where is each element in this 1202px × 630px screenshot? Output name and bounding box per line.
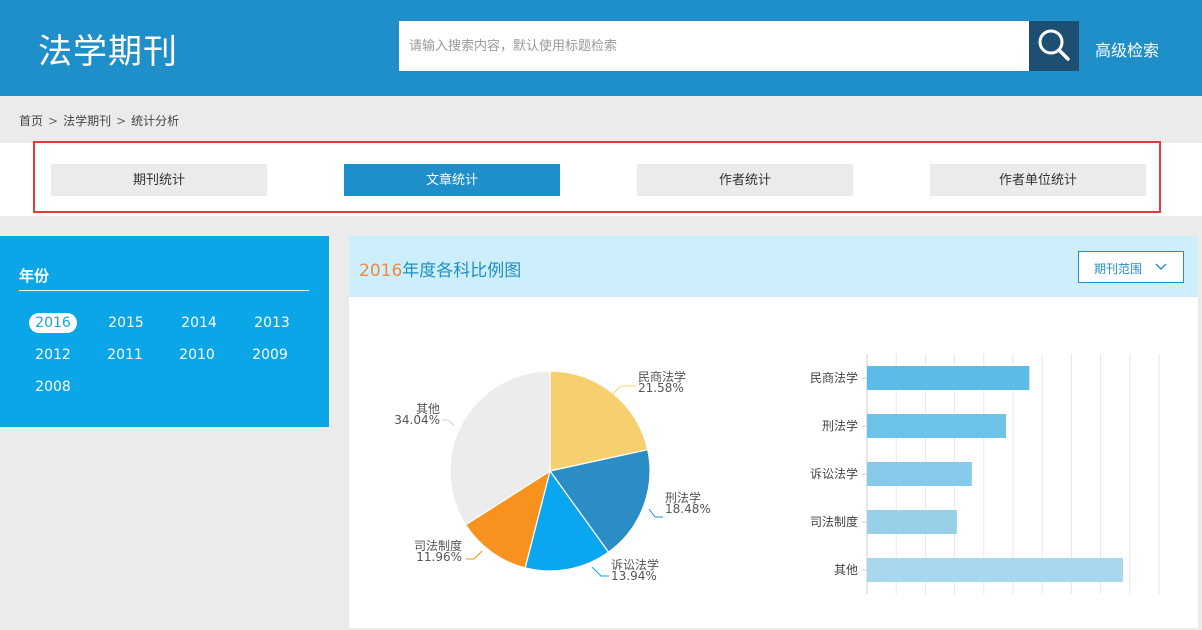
chevron-down-icon <box>1155 263 1167 270</box>
year-2015[interactable]: 2015 <box>102 313 150 333</box>
bar-0 <box>867 366 1030 390</box>
bar-label-1: 刑法学 <box>822 418 858 433</box>
chart-title-text: 年度各科比例图 <box>402 261 522 281</box>
pie-label-line-2 <box>591 566 609 577</box>
chart-panel: 2016年度各科比例图 期刊范围 民商法学 21.58% 刑法学 18.48% 诉讼法学… <box>349 236 1198 628</box>
chart-header: 2016年度各科比例图 期刊范围 <box>349 236 1198 297</box>
bar-4 <box>867 558 1123 582</box>
search-button[interactable] <box>1029 21 1079 71</box>
pie-label-line-4 <box>442 419 455 426</box>
bar-1 <box>867 414 1006 438</box>
year-2010[interactable]: 2010 <box>173 345 221 365</box>
pie-label-value-4: 34.04% <box>394 413 440 427</box>
tab-institution-stats[interactable]: 作者单位统计 <box>930 164 1146 196</box>
bar-label-2: 诉讼法学 <box>810 466 858 481</box>
breadcrumb-separator: > <box>48 114 59 128</box>
bar-2 <box>867 462 972 486</box>
breadcrumb-separator: > <box>116 114 127 128</box>
year-2013[interactable]: 2013 <box>248 313 296 333</box>
breadcrumb-current: 统计分析 <box>131 114 180 128</box>
year-2016[interactable]: 2016 <box>29 313 77 333</box>
pie-label-line-1 <box>648 508 663 518</box>
chart-area: 民商法学 21.58% 刑法学 18.48% 诉讼法学 13.94% 司法制度 11.96% 其… <box>394 354 1160 594</box>
tab-author-stats[interactable]: 作者统计 <box>637 164 853 196</box>
year-filter-panel: 年份 2016 2015 2014 2013 2012 2011 2010 20… <box>0 236 329 427</box>
year-2009[interactable]: 2009 <box>246 345 294 365</box>
chart-title-year: 2016 <box>359 261 403 281</box>
year-2012[interactable]: 2012 <box>29 345 77 365</box>
year-2011[interactable]: 2011 <box>101 345 149 365</box>
tab-journal-stats[interactable]: 期刊统计 <box>51 164 267 196</box>
bar-3 <box>867 510 957 534</box>
pie-label-value-3: 11.96% <box>416 550 462 564</box>
advanced-search-link[interactable]: 高级检索 <box>1095 37 1159 61</box>
bar-label-0: 民商法学 <box>810 370 858 385</box>
pie-label-line-3 <box>466 550 483 560</box>
tab-article-stats[interactable]: 文章统计 <box>344 164 560 196</box>
bar-label-3: 司法制度 <box>810 514 858 529</box>
search-input[interactable] <box>399 21 1029 71</box>
year-divider <box>19 290 309 291</box>
pie-label-value-0: 21.58% <box>638 381 684 395</box>
pie-label-value-1: 18.48% <box>665 502 711 516</box>
breadcrumb-home[interactable]: 首页 <box>19 114 43 128</box>
header-bar: 法学期刊 高级检索 <box>0 0 1202 96</box>
year-panel-title: 年份 <box>19 267 50 285</box>
chart-title: 2016年度各科比例图 <box>359 256 521 281</box>
site-logo[interactable]: 法学期刊 <box>38 24 178 73</box>
journal-range-label: 期刊范围 <box>1094 262 1143 276</box>
bar-label-4: 其他 <box>834 563 858 577</box>
search-icon <box>1038 29 1070 61</box>
breadcrumb-journal[interactable]: 法学期刊 <box>63 114 111 128</box>
year-2014[interactable]: 2014 <box>175 313 223 333</box>
pie-label-value-2: 13.94% <box>611 569 657 583</box>
journal-range-dropdown[interactable]: 期刊范围 <box>1078 251 1184 283</box>
year-2008[interactable]: 2008 <box>29 377 77 397</box>
breadcrumb: 首页 > 法学期刊 > 统计分析 <box>19 112 179 129</box>
